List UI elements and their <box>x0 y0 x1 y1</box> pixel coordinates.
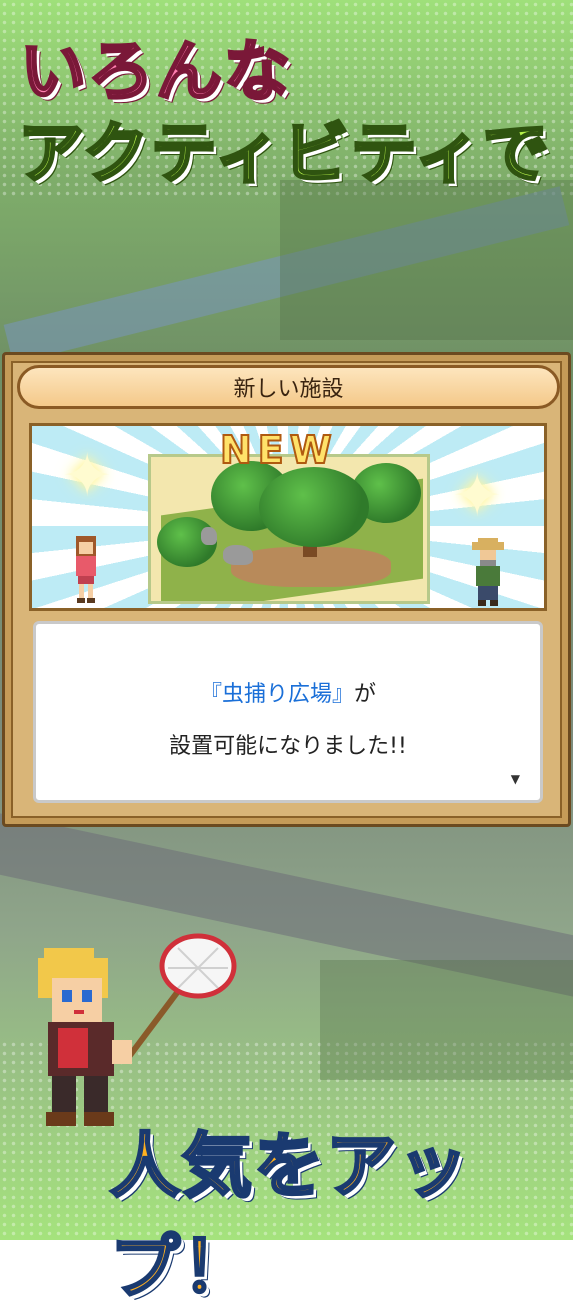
dialog-title: 新しい施設 <box>17 365 560 409</box>
rock-icon <box>223 545 253 565</box>
rock-icon <box>201 527 217 545</box>
new-facility-dialog: 新しい施設 ✦ ✦ NEW 『虫捕り広場』が 設置可能になりました!! ▼ <box>2 352 571 827</box>
farmer-character-icon <box>472 538 504 606</box>
message-particle: が <box>354 682 377 707</box>
headline-line2: アクティビティで <box>17 114 551 194</box>
girl-character-icon <box>76 536 96 603</box>
sparkle-icon: ✦ <box>452 461 503 531</box>
facility-name: 『虫捕り広場』 <box>199 682 354 707</box>
message-line2: 設置可能になりました!! <box>169 734 407 759</box>
map-field-lower <box>320 960 573 1080</box>
sparkle-icon: ✦ <box>62 441 113 511</box>
headline-bottom: 人気をアップ！ <box>109 1124 470 1310</box>
next-arrow-icon[interactable]: ▼ <box>511 772 520 786</box>
map-field <box>280 180 573 340</box>
message-box[interactable]: 『虫捕り広場』が 設置可能になりました!! ▼ <box>33 621 543 803</box>
message-line1: 『虫捕り広場』が <box>36 676 540 708</box>
tree-icon <box>259 467 369 547</box>
facility-banner: ✦ ✦ NEW <box>29 423 547 611</box>
facility-preview-image <box>148 454 430 604</box>
new-badge: NEW <box>219 427 338 473</box>
